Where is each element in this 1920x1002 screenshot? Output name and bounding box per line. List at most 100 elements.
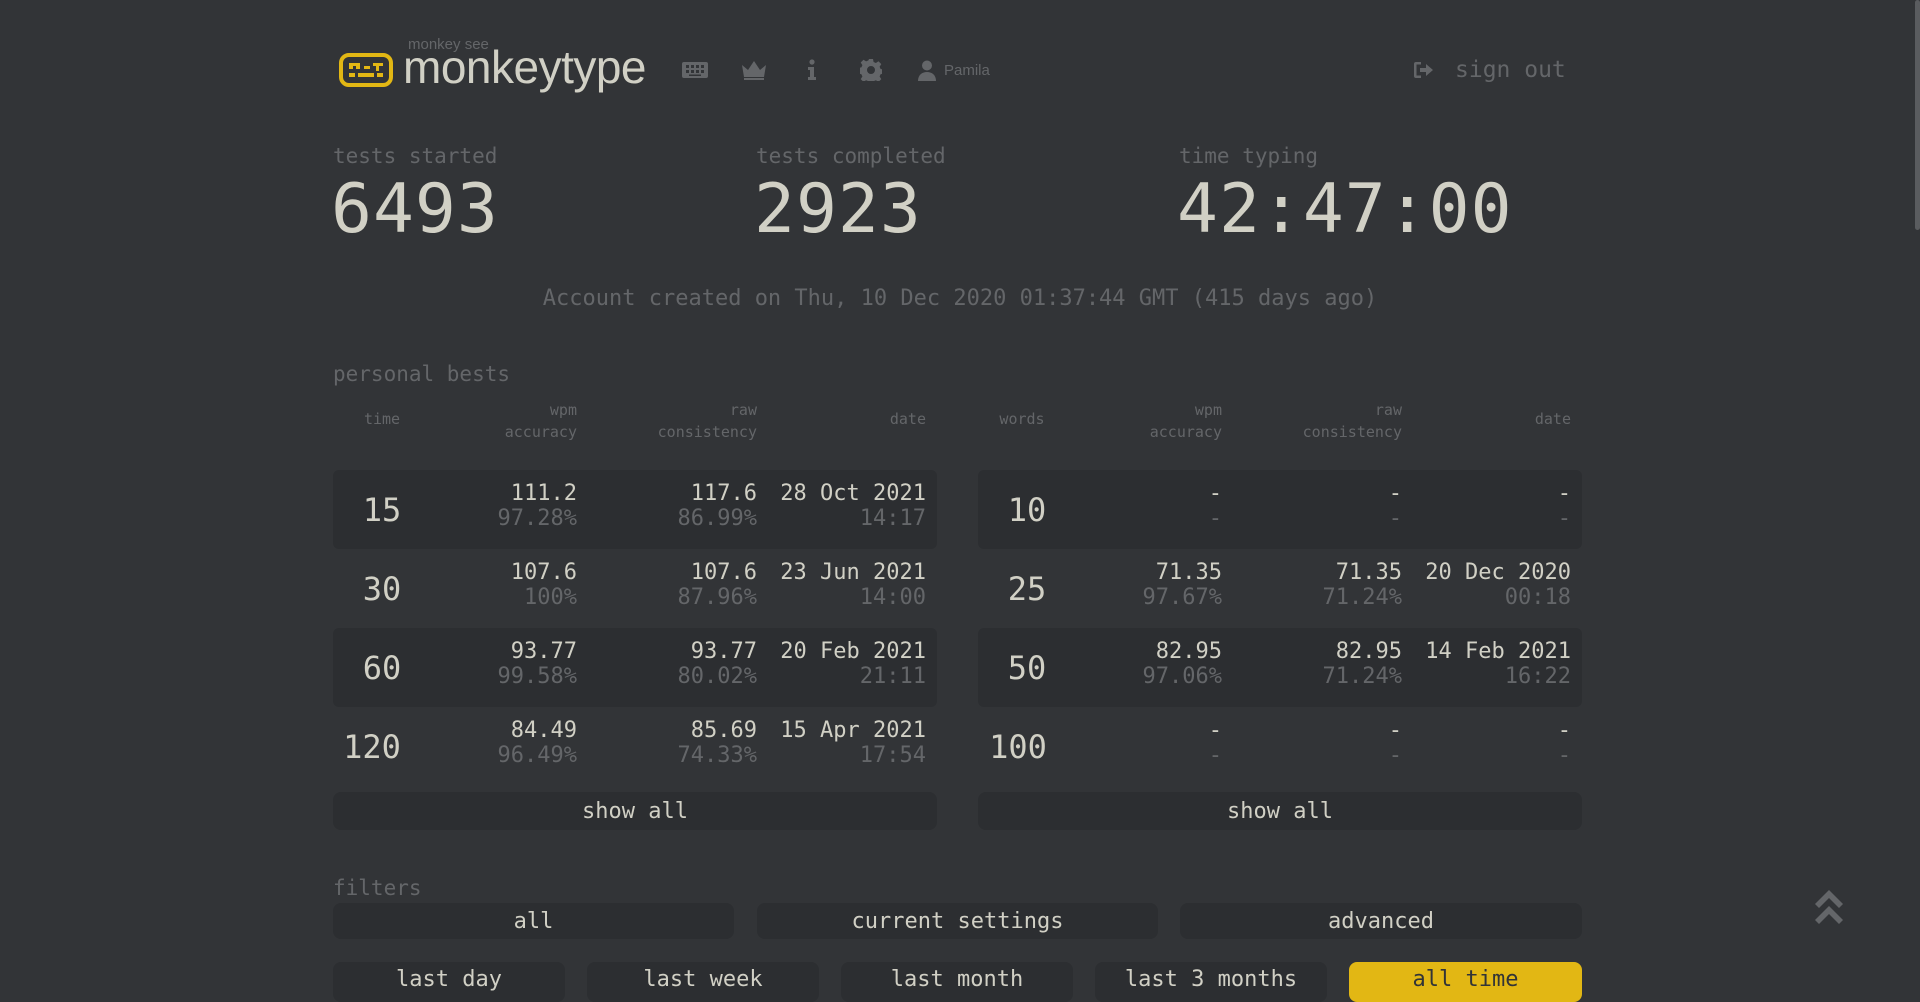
- header-words: words: [999, 410, 1045, 428]
- header-accuracy: accuracy: [504, 423, 577, 441]
- user-icon: [918, 60, 936, 81]
- header-date: date: [889, 410, 926, 428]
- pb-time-table: time wpm accuracy raw consistency date 1…: [333, 398, 937, 786]
- pb-raw: -: [1388, 718, 1402, 743]
- pb-time: 14:17: [859, 506, 926, 531]
- scroll-to-top-icon[interactable]: [1812, 888, 1846, 928]
- header-wpm: wpm: [1194, 401, 1222, 419]
- pb-time: -: [1557, 506, 1571, 531]
- range-last-day-button[interactable]: last day: [333, 962, 565, 1002]
- pb-row-10: 10 -- -- --: [978, 470, 1582, 549]
- pb-consistency: 71.24%: [1322, 585, 1402, 610]
- account-link[interactable]: Pamila: [918, 56, 990, 84]
- tests-started-label: tests started: [333, 144, 498, 168]
- pb-row-50: 50 82.95 97.06% 82.95 71.24% 14 Feb 2021 16…: [978, 628, 1582, 707]
- pb-date: 15 Apr 2021: [780, 718, 926, 743]
- pb-date: 28 Oct 2021: [780, 481, 926, 506]
- header-consistency: consistency: [1302, 423, 1402, 441]
- pb-consistency: -: [1388, 506, 1402, 531]
- pb-words-header: words wpm accuracy raw consistency date: [978, 398, 1582, 470]
- pb-time: 16:22: [1504, 664, 1571, 689]
- gear-icon[interactable]: [857, 56, 885, 84]
- pb-wpm: -: [1208, 718, 1222, 743]
- time-typing-value: 42:47:00: [1177, 170, 1513, 249]
- tests-completed-value: 2923: [754, 170, 922, 249]
- range-last-3-months-button[interactable]: last 3 months: [1095, 962, 1327, 1002]
- pb-key: 60: [362, 648, 402, 687]
- tests-started-value: 6493: [331, 170, 499, 249]
- pb-time: 00:18: [1504, 585, 1571, 610]
- range-last-week-button[interactable]: last week: [587, 962, 819, 1002]
- pb-accuracy: 97.06%: [1142, 664, 1222, 689]
- personal-bests-title: personal bests: [333, 362, 511, 386]
- pb-key: 50: [1007, 648, 1047, 687]
- pb-time: 17:54: [859, 743, 926, 768]
- header-wpm: wpm: [549, 401, 577, 419]
- show-all-time-button[interactable]: show all: [333, 792, 937, 830]
- crown-icon[interactable]: [740, 56, 768, 84]
- pb-row-30: 30 107.6 100% 107.6 87.96% 23 Jun 2021 14:0…: [333, 549, 937, 628]
- keyboard-icon[interactable]: [681, 56, 709, 84]
- pb-row-15: 15 111.2 97.28% 117.6 86.99% 28 Oct 2021 14…: [333, 470, 937, 549]
- pb-row-120: 120 84.49 96.49% 85.69 74.33% 15 Apr 2021 1…: [333, 707, 937, 786]
- pb-date: -: [1557, 481, 1571, 506]
- header-accuracy: accuracy: [1149, 423, 1222, 441]
- sign-out-button[interactable]: sign out: [1413, 55, 1566, 85]
- filter-current-settings-button[interactable]: current settings: [757, 903, 1158, 939]
- header-time: time: [363, 410, 401, 428]
- pb-consistency: 74.33%: [677, 743, 757, 768]
- pb-consistency: 71.24%: [1322, 664, 1402, 689]
- tests-completed-label: tests completed: [756, 144, 946, 168]
- header-raw: raw: [1374, 401, 1402, 419]
- header-consistency: consistency: [657, 423, 757, 441]
- pb-raw: 107.6: [690, 560, 757, 585]
- pb-time-header: time wpm accuracy raw consistency date: [333, 398, 937, 470]
- pb-key: 25: [1007, 569, 1047, 608]
- pb-accuracy: 97.28%: [497, 506, 577, 531]
- pb-consistency: 86.99%: [677, 506, 757, 531]
- pb-date: 20 Feb 2021: [780, 639, 926, 664]
- pb-date: -: [1557, 718, 1571, 743]
- pb-consistency: 80.02%: [677, 664, 757, 689]
- pb-key: 100: [989, 727, 1047, 766]
- filter-all-button[interactable]: all: [333, 903, 734, 939]
- pb-raw: -: [1388, 481, 1402, 506]
- header-raw: raw: [729, 401, 757, 419]
- pb-wpm: 93.77: [510, 639, 577, 664]
- pb-consistency: 87.96%: [677, 585, 757, 610]
- user-name: Pamila: [944, 61, 990, 79]
- pb-date: 23 Jun 2021: [780, 560, 926, 585]
- pb-consistency: -: [1388, 743, 1402, 768]
- filter-advanced-button[interactable]: advanced: [1180, 903, 1582, 939]
- pb-raw: 71.35: [1335, 560, 1402, 585]
- pb-accuracy: 96.49%: [497, 743, 577, 768]
- show-all-words-button[interactable]: show all: [978, 792, 1582, 830]
- page-scrollbar[interactable]: [1915, 0, 1920, 230]
- pb-time: 21:11: [859, 664, 926, 689]
- pb-words-table: words wpm accuracy raw consistency date …: [978, 398, 1582, 786]
- pb-row-25: 25 71.35 97.67% 71.35 71.24% 20 Dec 2020 00…: [978, 549, 1582, 628]
- pb-key: 10: [1007, 490, 1047, 529]
- pb-wpm: -: [1208, 481, 1222, 506]
- pb-date: 14 Feb 2021: [1425, 639, 1571, 664]
- pb-raw: 93.77: [690, 639, 757, 664]
- pb-accuracy: 100%: [524, 585, 577, 610]
- range-last-month-button[interactable]: last month: [841, 962, 1073, 1002]
- pb-wpm: 82.95: [1155, 639, 1222, 664]
- pb-raw: 82.95: [1335, 639, 1402, 664]
- info-icon[interactable]: [798, 56, 826, 84]
- sign-out-icon: [1414, 62, 1433, 78]
- pb-wpm: 84.49: [510, 718, 577, 743]
- pb-time: -: [1557, 743, 1571, 768]
- monkeytype-logo-icon[interactable]: [339, 53, 393, 87]
- pb-date: 20 Dec 2020: [1425, 560, 1571, 585]
- sign-out-label: sign out: [1455, 57, 1566, 83]
- range-all-time-button[interactable]: all time: [1349, 962, 1582, 1002]
- pb-accuracy: 99.58%: [497, 664, 577, 689]
- pb-wpm: 111.2: [510, 481, 577, 506]
- logo-text[interactable]: monkeytype: [403, 40, 647, 94]
- pb-accuracy: 97.67%: [1142, 585, 1222, 610]
- pb-wpm: 71.35: [1155, 560, 1222, 585]
- pb-raw: 117.6: [690, 481, 757, 506]
- account-created-text: Account created on Thu, 10 Dec 2020 01:3…: [542, 286, 1378, 311]
